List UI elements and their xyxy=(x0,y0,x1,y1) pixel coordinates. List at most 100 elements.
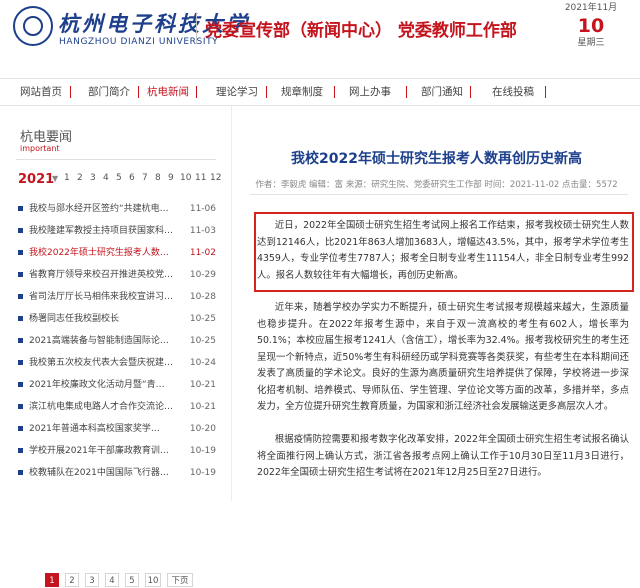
page-button-4[interactable]: 4 xyxy=(105,573,119,587)
news-title[interactable]: 我校隆建军教授主持项目获国家科… xyxy=(29,224,179,238)
nav-item-news[interactable]: 杭电新闻 xyxy=(147,79,189,105)
news-item[interactable]: 我校与郧水经开区签约“共建杭电… 11-06 xyxy=(16,201,216,217)
news-date: 11-03 xyxy=(189,226,216,236)
news-title[interactable]: 省司法厅厅长马相伟来我校宣讲习… xyxy=(29,290,179,304)
article-meta: 作者：李毅虎 编辑：富 来源：研究生院、党委研究生工作部 时间：2021-11-… xyxy=(255,180,618,190)
nav-separator xyxy=(70,86,71,98)
news-date: 10-28 xyxy=(189,292,216,302)
article-divider xyxy=(250,194,628,195)
month-link-1[interactable]: 1 xyxy=(64,173,70,183)
date-weekday: 星期三 xyxy=(577,38,605,48)
sidebar-title: 杭电要闻 xyxy=(20,130,73,145)
news-title[interactable]: 杨署同志任我校副校长 xyxy=(29,312,179,326)
news-title[interactable]: 我校与郧水经开区签约“共建杭电… xyxy=(29,202,179,216)
month-link-8[interactable]: 8 xyxy=(155,173,161,183)
news-item[interactable]: 省教育厅领导来校召开推进英校党… 10-29 xyxy=(16,267,216,283)
news-item[interactable]: 我校隆建军教授主持项目获国家科… 11-03 xyxy=(16,223,216,239)
news-item[interactable]: 学校开展2021年干部廉政教育训… 10-19 xyxy=(16,443,216,459)
news-title[interactable]: 滨江杭电集成电路人才合作交流论… xyxy=(29,400,179,414)
month-link-9[interactable]: 9 xyxy=(168,173,174,183)
nav-item-theory[interactable]: 理论学习 xyxy=(216,79,258,105)
date-year-month: 2021年11月 xyxy=(564,3,618,13)
month-link-2[interactable]: 2 xyxy=(77,173,83,183)
bullet-icon xyxy=(18,316,23,321)
news-item[interactable]: 滨江杭电集成电路人才合作交流论… 10-21 xyxy=(16,399,216,415)
news-date: 10-19 xyxy=(189,446,216,456)
month-link-5[interactable]: 5 xyxy=(116,173,122,183)
news-item[interactable]: 2021年校廉政文化活动月暨“青… 10-21 xyxy=(16,377,216,393)
article-paragraph-3: 根据疫情防控需要和报考数字化改革安排，2022年全国硕士研究生招生考试报名确认将… xyxy=(257,434,629,478)
main-nav: 网站首页 部门简介 杭电新闻 理论学习 规章制度 网上办事 部门通知 在线投稿 xyxy=(0,78,640,106)
month-link-10[interactable]: 10 xyxy=(180,173,191,183)
site-header: 杭州电子科技大学 HANGZHOU DIANZI UNIVERSITY 党委宣传… xyxy=(0,0,640,72)
news-item[interactable]: 校教辅队在2021中国国际飞行器… 10-19 xyxy=(16,465,216,481)
nav-item-about[interactable]: 部门简介 xyxy=(88,79,130,105)
month-link-7[interactable]: 7 xyxy=(142,173,148,183)
date-day: 10 xyxy=(577,15,605,37)
sidebar-divider xyxy=(16,159,216,160)
month-link-3[interactable]: 3 xyxy=(90,173,96,183)
bullet-icon xyxy=(18,470,23,475)
news-date: 11-06 xyxy=(189,204,216,214)
news-title[interactable]: 校教辅队在2021中国国际飞行器… xyxy=(29,466,179,480)
bullet-icon xyxy=(18,272,23,277)
news-date: 10-25 xyxy=(189,314,216,324)
news-title[interactable]: 我校2022年硕士研究生报考人数… xyxy=(29,246,179,260)
nav-item-home[interactable]: 网站首页 xyxy=(20,79,62,105)
date-widget: 2021年11月 10 星期三 xyxy=(556,2,626,49)
nav-separator xyxy=(334,86,335,98)
news-item[interactable]: 省司法厅厅长马相伟来我校宣讲习… 10-28 xyxy=(16,289,216,305)
chevron-down-icon[interactable]: ▼ xyxy=(52,174,58,183)
bullet-icon xyxy=(18,404,23,409)
page-button-10[interactable]: 10 xyxy=(145,573,161,587)
department-title: 党委宣传部（新闻中心） 党委教师工作部 xyxy=(205,21,517,41)
news-date: 10-29 xyxy=(189,270,216,280)
news-item[interactable]: 我校第五次校友代表大会暨庆祝建… 10-24 xyxy=(16,355,216,371)
nav-item-submit[interactable]: 在线投稿 xyxy=(492,79,534,105)
nav-separator xyxy=(545,86,546,98)
news-date: 10-20 xyxy=(189,424,216,434)
news-item[interactable]: 杨署同志任我校副校长 10-25 xyxy=(16,311,216,327)
university-name-en: HANGZHOU DIANZI UNIVERSITY xyxy=(59,37,219,47)
news-title[interactable]: 2021高端装备与智能制造国际论… xyxy=(29,334,179,348)
news-title[interactable]: 2021年普通本科高校国家奖学… xyxy=(29,422,179,436)
university-emblem-icon[interactable] xyxy=(13,6,53,46)
sidebar: 杭电要闻 important 2021 ▼ 1 2 3 4 5 6 7 8 9 … xyxy=(8,118,221,587)
nav-item-notices[interactable]: 部门通知 xyxy=(421,79,463,105)
article-title: 我校2022年硕士研究生报考人数再创历史新高 xyxy=(291,151,582,167)
news-date: 10-21 xyxy=(189,380,216,390)
news-title[interactable]: 我校第五次校友代表大会暨庆祝建… xyxy=(29,356,179,370)
article-paragraph-2: 近年来，随着学校办学实力不断提升，硕士研究生考试报考规模越来越大，生源质量也稳步… xyxy=(257,302,629,412)
month-link-4[interactable]: 4 xyxy=(103,173,109,183)
header-divider xyxy=(196,12,197,44)
nav-item-rules[interactable]: 规章制度 xyxy=(281,79,323,105)
month-link-6[interactable]: 6 xyxy=(129,173,135,183)
news-title[interactable]: 2021年校廉政文化活动月暨“青… xyxy=(29,378,179,392)
next-page-button[interactable]: 下页 xyxy=(167,573,193,587)
news-title[interactable]: 省教育厅领导来校召开推进英校党… xyxy=(29,268,179,282)
sidebar-subtitle: important xyxy=(20,144,60,153)
bullet-icon xyxy=(18,250,23,255)
article: 我校2022年硕士研究生报考人数再创历史新高 作者：李毅虎 编辑：富 来源：研究… xyxy=(231,106,640,501)
news-date: 11-02 xyxy=(189,248,216,258)
nav-item-online-service[interactable]: 网上办事 xyxy=(349,79,391,105)
page-button-1[interactable]: 1 xyxy=(45,573,59,587)
page-button-5[interactable]: 5 xyxy=(125,573,139,587)
page-button-2[interactable]: 2 xyxy=(65,573,79,587)
month-filter: 1 2 3 4 5 6 7 8 9 10 11 12 xyxy=(64,173,224,187)
bullet-icon xyxy=(18,382,23,387)
bullet-icon xyxy=(18,294,23,299)
news-date: 10-19 xyxy=(189,468,216,478)
bullet-icon xyxy=(18,228,23,233)
news-title[interactable]: 学校开展2021年干部廉政教育训… xyxy=(29,444,179,458)
page-button-3[interactable]: 3 xyxy=(85,573,99,587)
bullet-icon xyxy=(18,360,23,365)
news-item[interactable]: 2021高端装备与智能制造国际论… 10-25 xyxy=(16,333,216,349)
news-date: 10-21 xyxy=(189,402,216,412)
nav-separator xyxy=(470,86,471,98)
news-item-active[interactable]: 我校2022年硕士研究生报考人数… 11-02 xyxy=(16,245,216,261)
year-selector[interactable]: 2021 xyxy=(18,172,54,187)
month-link-12[interactable]: 12 xyxy=(210,173,221,183)
news-item[interactable]: 2021年普通本科高校国家奖学… 10-20 xyxy=(16,421,216,437)
month-link-11[interactable]: 11 xyxy=(195,173,206,183)
